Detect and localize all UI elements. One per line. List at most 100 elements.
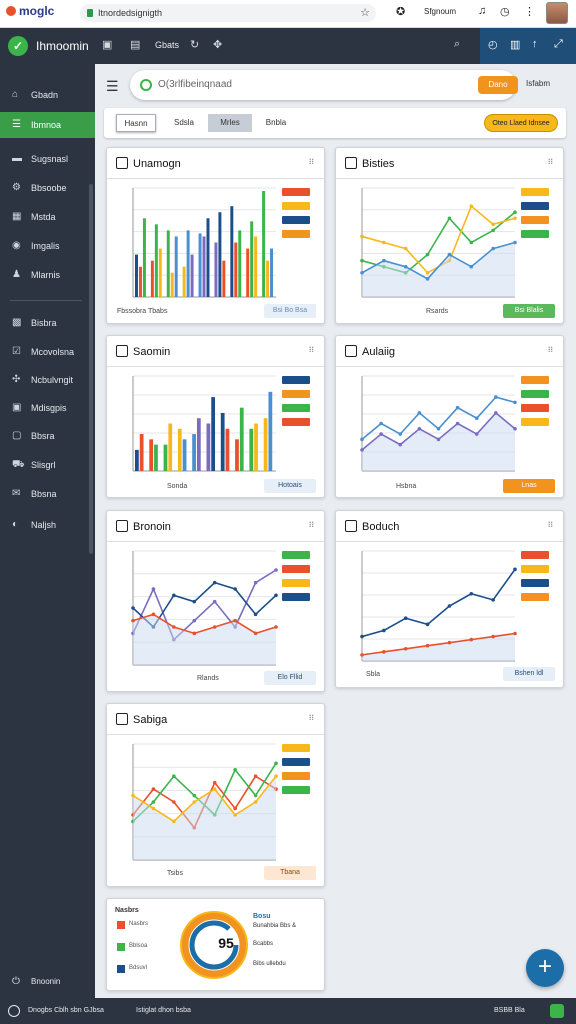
avatar[interactable] [546, 2, 568, 24]
data-point [233, 587, 237, 591]
card-footer-button[interactable]: Lnas [503, 479, 555, 493]
history-icon[interactable]: ◴ [488, 38, 498, 51]
legend-chip [282, 376, 310, 384]
data-point [151, 612, 156, 617]
series-line [361, 568, 516, 638]
sidebar-scrollbar[interactable] [89, 184, 93, 554]
search-status-icon [140, 79, 152, 91]
header-link[interactable]: Isfabm [526, 79, 550, 88]
monitor-icon[interactable]: ▣ [102, 38, 112, 51]
bar [254, 423, 258, 471]
sidebar-item-3[interactable]: ⚙ Bbsoobe [0, 175, 95, 201]
chart-card: Saomin ⁝⁝ Sonda Hotoais [106, 335, 325, 498]
data-point [425, 622, 430, 627]
sidebar-item-9[interactable]: ✣ Ncbulvngit [0, 367, 95, 393]
data-point [403, 264, 408, 269]
card-footer-label: Sbla [366, 671, 381, 678]
data-point [382, 628, 386, 633]
data-point [425, 277, 430, 281]
sidebar-item-0[interactable]: ⌂ Gbadn [0, 82, 95, 108]
sidebar-item-11[interactable]: ▢ Bbsra [0, 423, 95, 449]
menu-dots-icon[interactable]: ⋮ [524, 5, 535, 18]
bar [139, 434, 144, 471]
expand-icon[interactable]: ⤢ [554, 38, 563, 51]
data-point [212, 580, 217, 585]
notification-icon[interactable]: ♫ [478, 5, 486, 17]
data-point [253, 774, 258, 779]
refresh-icon[interactable]: ↻ [190, 38, 199, 51]
hamburger-icon[interactable]: ☰ [106, 78, 119, 95]
gamepad-icon[interactable]: ✥ [213, 38, 222, 51]
sidebar-item-12[interactable]: ⛟ Slisgrl [0, 452, 95, 478]
sidebar-item-13[interactable]: ✉ Bbsna [0, 481, 95, 507]
address-bar[interactable]: Itnordedsignigth ☆ [80, 4, 376, 22]
card-footer-label: Rsards [426, 308, 449, 315]
card-footer-button[interactable]: Bsi Bo Bsa [264, 304, 316, 318]
legend-chip [521, 230, 549, 238]
bar [138, 266, 142, 297]
bar [135, 449, 139, 471]
status-bar: Dnogbs Cblh sbn GJbsa Istiglat dhon bsba… [0, 998, 576, 1024]
legend-swatch [117, 965, 125, 973]
card-footer-button[interactable]: Bsi Blalis [503, 304, 555, 318]
sidebar-item-2[interactable]: ▬ Sugsnasl [0, 146, 95, 172]
legend-chip [282, 565, 310, 573]
data-point [172, 593, 176, 598]
status-left: Dnogbs Cblh sbn GJbsa [28, 1007, 104, 1014]
data-point [469, 204, 474, 208]
sidebar-item-4[interactable]: ▦ Mstda [0, 204, 95, 230]
data-point [212, 599, 217, 604]
sidebar-item-7[interactable]: ▩ Bisbra [0, 310, 95, 336]
bar [262, 191, 266, 297]
sidebar-item-5[interactable]: ◉ Imgalis [0, 233, 95, 259]
action-button[interactable]: Oteo Llaed Idnsee [484, 114, 558, 132]
star-icon[interactable]: ☆ [360, 4, 370, 22]
data-point [233, 767, 237, 772]
sidebar-bottom-item[interactable]: ⏻ Bnoonin [0, 972, 95, 992]
tab-2[interactable]: Mrles [208, 114, 252, 132]
card-footer-button[interactable]: Tbana [264, 866, 316, 880]
status-right: BSBB Bla [494, 1007, 525, 1014]
chart-icon[interactable]: ▥ [510, 38, 520, 51]
signin-label[interactable]: Sfgnoum [424, 7, 456, 16]
data-point [513, 210, 517, 215]
bar [254, 236, 258, 297]
sidebar-item-14[interactable]: ◐ Naljsh [0, 512, 95, 538]
bar [202, 236, 206, 297]
clock-icon[interactable]: ◷ [500, 5, 510, 18]
primary-button[interactable]: Dano [478, 76, 518, 94]
check-icon: ☑ [12, 346, 21, 357]
tab-1[interactable]: Sdsla [164, 114, 204, 132]
bar [250, 221, 254, 297]
search-input[interactable]: O(3rlfibeinqnaad ⌕ [130, 70, 516, 100]
data-point [491, 222, 495, 227]
card-footer-button[interactable]: Bshen ldl [503, 667, 555, 681]
data-point [192, 599, 197, 604]
tab-0[interactable]: Hasnn [116, 114, 156, 132]
chart-plot [360, 187, 549, 298]
sidebar-item-8[interactable]: ☑ Mcovolsna [0, 339, 95, 365]
gauge-right-line: Bunahbia Bbs & [253, 923, 297, 929]
appbar-label[interactable]: Gbats [155, 40, 179, 50]
data-point [131, 618, 135, 623]
add-button[interactable]: + [526, 949, 564, 987]
sidebar-item-6[interactable]: ♟ Mlarnis [0, 262, 95, 288]
sidebar-item-10[interactable]: ▣ Mdisgpis [0, 395, 95, 421]
card-footer-button[interactable]: Hotoais [264, 479, 316, 493]
data-point [403, 246, 408, 251]
data-point [360, 437, 364, 442]
search-icon[interactable]: ⌕ [454, 38, 460, 51]
status-app-icon[interactable] [550, 1004, 564, 1018]
data-point [253, 631, 258, 636]
sidebar-item-1[interactable]: ☰ Ibmnoa [0, 112, 95, 138]
arrow-up-icon[interactable]: ↑ [532, 38, 538, 50]
app-header: ✓ Ihmoomin ▣ ▤ Gbats ↻ ✥ ⌕ ◴ ▥ ↑ ⤢ [0, 28, 576, 64]
card-footer-label: Hsbna [396, 483, 417, 490]
data-point [417, 426, 422, 431]
card-footer-button[interactable]: Elo Fllid [264, 671, 316, 685]
data-point [455, 421, 460, 426]
browser-logo[interactable]: moglc [6, 4, 54, 18]
tab-3[interactable]: Bnbla [256, 114, 296, 132]
window-icon[interactable]: ▤ [130, 38, 140, 51]
extension-icon[interactable]: ✪ [396, 5, 405, 18]
